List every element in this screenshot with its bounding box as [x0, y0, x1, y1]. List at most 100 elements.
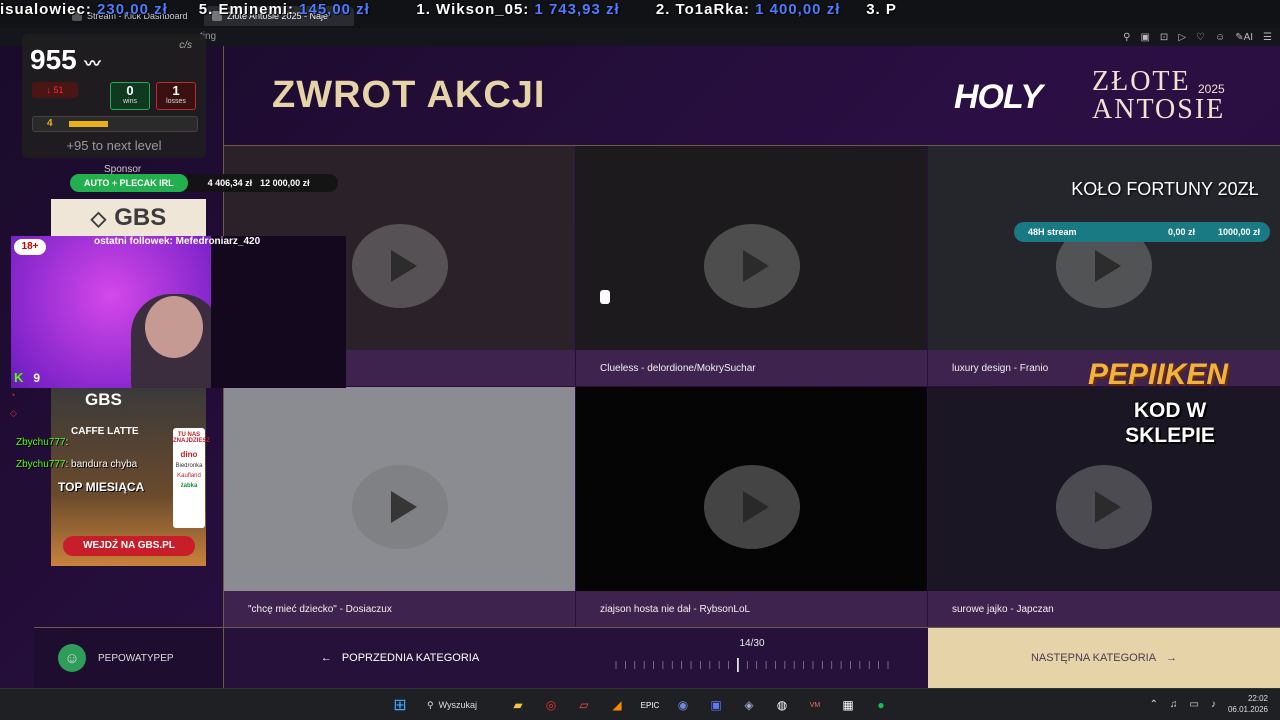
- play-icon[interactable]: [703, 224, 800, 308]
- donation-goal: AUTO + PLECAK IRL 4 406,34 zł 12 000,00 …: [70, 174, 338, 192]
- delta-badge: ↓ 51: [32, 82, 78, 98]
- play-icon[interactable]: [1056, 465, 1152, 549]
- wheel-title: KOŁO FORTUNY 20ZŁ: [1071, 179, 1259, 199]
- gbs-emblem-icon: ◇: [90, 207, 107, 230]
- menu-icon[interactable]: ☰: [1263, 32, 1272, 43]
- profile-icon[interactable]: ☺: [1215, 32, 1225, 43]
- level-progress-fill: [69, 121, 108, 127]
- holy-logo: HOLY: [954, 78, 1043, 116]
- clock[interactable]: 22:02 06.01.2026: [1228, 693, 1268, 715]
- microphone-icon[interactable]: ♫: [1170, 699, 1178, 710]
- screenshot-icon[interactable]: ▣: [1140, 32, 1149, 43]
- arrow-left-icon: ←: [320, 652, 332, 664]
- ticker-amount: 145,00 zł: [299, 1, 370, 18]
- chat-message: Zbychu777:: [16, 437, 68, 448]
- next-category-label: NASTĘPNA KATEGORIA: [1030, 652, 1157, 664]
- store-kaufland: Kaufland: [177, 473, 201, 479]
- chat-message: Zbychu777: bandura chyba: [16, 459, 137, 470]
- wheel-target: 1000,00 zł: [1218, 227, 1261, 237]
- username: PEPOWATYPEP: [98, 652, 174, 664]
- ticker-amount: 230,00 zł: [97, 1, 168, 18]
- calculator-icon[interactable]: ▦: [836, 693, 860, 717]
- viewer-count-value: 9: [33, 370, 41, 385]
- promo-code-text: KOD W SKLEPIE: [1125, 399, 1215, 447]
- search-icon: ⚲: [427, 699, 434, 710]
- video-card[interactable]: ziajson hosta nie dał - RybsonLoL: [576, 387, 927, 627]
- category-title: ZWROT AKCJI: [272, 74, 546, 116]
- wins-label: wins: [122, 98, 137, 105]
- play-icon[interactable]: ▷: [1178, 32, 1186, 43]
- favorite-heart-icon[interactable]: ♡: [1196, 32, 1205, 43]
- wallet-icon[interactable]: ⊡: [1160, 32, 1168, 43]
- gbs-ad-brand: GBS: [85, 390, 122, 409]
- delta-value: 51: [53, 85, 64, 95]
- ai-icon[interactable]: ✎AI: [1235, 32, 1253, 43]
- video-card[interactable]: "chcę mieć dziecko" - Dosiaczux: [224, 387, 575, 627]
- alert-icon[interactable]: ◔: [10, 390, 17, 400]
- discord-icon[interactable]: ◉: [671, 693, 695, 717]
- search-label: Wyszukaj: [438, 700, 478, 710]
- gbs-advert: GBS CAFFE LATTE TU NAS ZNAJDZIESZ dino B…: [51, 388, 210, 566]
- wheel-goal: 48H stream 0,00 zł 1000,00 zł: [1014, 222, 1270, 242]
- app-icon[interactable]: ▣: [704, 693, 728, 717]
- browser-toolbar: ⚲ ▣ ⊡ ▷ ♡ ☺ ✎AI ☰: [1123, 28, 1272, 46]
- streamer-head: [145, 296, 203, 358]
- goal-current: 4 406,34 zł: [207, 178, 253, 188]
- app-icon[interactable]: ◢: [605, 693, 629, 717]
- gbs-cta: WEJDŹ NA GBS.PL: [63, 536, 195, 556]
- steam-icon[interactable]: ◈: [737, 693, 761, 717]
- kick-logo-icon: K: [14, 370, 24, 385]
- wheel-label: 48H stream: [1028, 227, 1077, 237]
- system-tray: ⌃ ♫ ▭ ♪ 22:02 06.01.2026: [1150, 693, 1268, 715]
- windows-taskbar: ⊞ ⚲ Wyszukaj ▰ ◎ ▱ ◢ EPIC ◉ ▣ ◈ ◍ VM ▦ ●…: [0, 688, 1280, 720]
- link-icon[interactable]: ◇: [10, 408, 17, 419]
- wheel-current: 0,00 zł: [1168, 227, 1196, 237]
- voicemod-icon[interactable]: VM: [803, 693, 827, 717]
- next-category-button[interactable]: NASTĘPNA KATEGORIA →: [928, 628, 1280, 688]
- ticker-amount: 1 743,93 zł: [534, 1, 620, 18]
- category-navigation: ← POPRZEDNIA KATEGORIA 14/30 NASTĘPNA KA…: [224, 628, 1280, 688]
- wins-box: 0 wins: [110, 82, 150, 110]
- donation-ticker: isualowiec: 230,00 zł 5. Eminemi: 145,00…: [0, 0, 1280, 20]
- spotify-icon[interactable]: ●: [869, 693, 893, 717]
- top-month-label: TOP MIESIĄCA: [58, 480, 145, 494]
- start-button[interactable]: ⊞: [388, 693, 412, 717]
- ticker-prefix: 1. Wikson_05:: [416, 1, 530, 18]
- zlote-antosie-logo: ZŁOTE ANTOSIE: [1092, 68, 1225, 124]
- network-icon[interactable]: ▭: [1190, 699, 1199, 710]
- progress-ticks: [615, 658, 889, 672]
- app-icon[interactable]: ▱: [572, 693, 596, 717]
- points-value: 955 〰: [30, 44, 101, 76]
- obs-icon[interactable]: ◍: [770, 693, 794, 717]
- extensions-icon[interactable]: ⚲: [1123, 32, 1130, 43]
- goal-label: AUTO + PLECAK IRL: [70, 174, 188, 192]
- level-progress-bar: 4: [32, 116, 198, 132]
- play-icon[interactable]: [351, 224, 448, 308]
- goal-target: 12 000,00 zł: [260, 178, 310, 188]
- epic-games-icon[interactable]: EPIC: [638, 693, 662, 717]
- category-progress: 14/30: [576, 628, 928, 688]
- video-caption: Clueless - delordione/MokrySuchar: [576, 350, 927, 386]
- file-explorer-icon[interactable]: ▰: [506, 693, 530, 717]
- user-panel[interactable]: ☺ PEPOWATYPEP: [34, 628, 223, 688]
- video-card[interactable]: Clueless - delordione/MokrySuchar: [576, 146, 927, 386]
- play-icon[interactable]: [703, 465, 800, 549]
- losses-label: losses: [166, 98, 186, 105]
- logo-line-2: ANTOSIE: [1092, 94, 1226, 125]
- video-caption: ziajson hosta nie dał - RybsonLoL: [576, 591, 927, 627]
- chat-user: Zbychu777: [16, 459, 66, 470]
- wins-value: 0: [126, 83, 134, 98]
- next-level-text: +95 to next level: [66, 138, 162, 153]
- clock-time: 22:02: [1247, 694, 1268, 703]
- play-icon[interactable]: [351, 465, 448, 549]
- previous-category-button[interactable]: ← POPRZEDNIA KATEGORIA: [224, 628, 576, 688]
- level-number: 4: [47, 118, 53, 129]
- taskbar-search[interactable]: ⚲ Wyszukaj: [421, 693, 497, 717]
- opera-icon[interactable]: ◎: [539, 693, 563, 717]
- store-zabka: żabka: [180, 483, 198, 489]
- gbs-brand: GBS: [114, 204, 167, 231]
- chevron-up-icon[interactable]: ⌃: [1150, 699, 1158, 710]
- arrow-right-icon: →: [1166, 652, 1178, 664]
- volume-icon[interactable]: ♪: [1211, 699, 1216, 710]
- store-biedronka: Biedronka: [175, 463, 203, 469]
